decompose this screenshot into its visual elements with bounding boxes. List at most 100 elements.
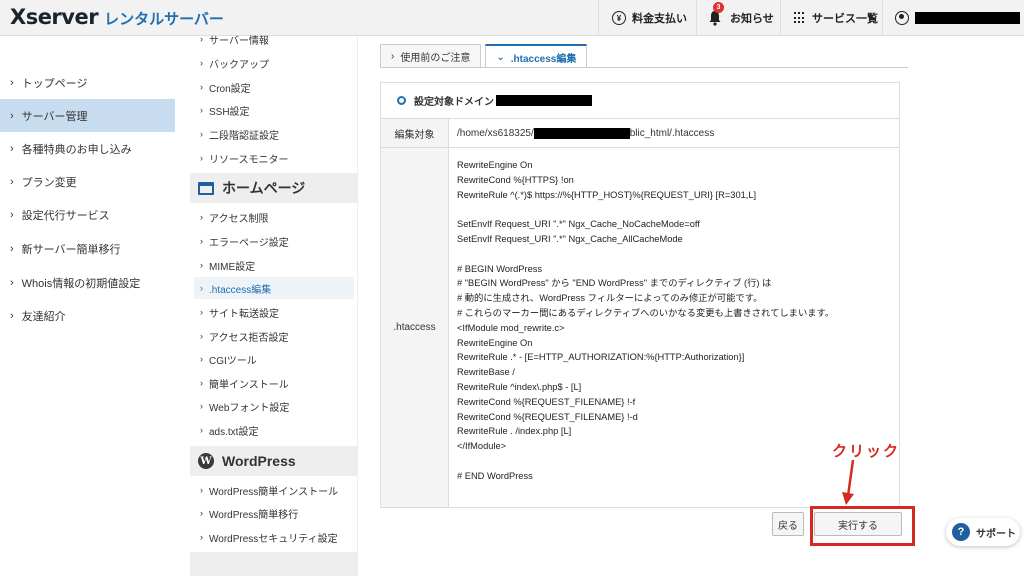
subnav-item-label: 簡単インストール: [209, 379, 289, 391]
section-heading-label: WordPress: [222, 453, 296, 469]
grid-icon: [794, 12, 806, 24]
tab-underline: [380, 67, 908, 68]
chevron-right-icon: ›: [200, 260, 203, 270]
code-line: RewriteRule ^(.*)$ https://%{HTTP_HOST}%…: [457, 189, 757, 200]
subnav-item-wp-migration[interactable]: › WordPress簡単移行: [194, 502, 354, 524]
target-domain-row: 設定対象ドメイン: [381, 83, 899, 119]
subnav-item-label: WordPress簡単移行: [209, 509, 299, 521]
subnav-item-server-info[interactable]: › サーバー情報: [194, 28, 354, 50]
htaccess-editor[interactable]: RewriteEngine On RewriteCond %{HTTPS} !on…: [457, 158, 893, 484]
sidebar-item-whois[interactable]: › Whois情報の初期値設定: [0, 266, 175, 299]
sidebar-item-referral[interactable]: › 友達紹介: [0, 299, 175, 332]
sidebar-item-plan-change[interactable]: › プラン変更: [0, 165, 175, 198]
notification-count-badge: 3: [713, 2, 724, 13]
code-line: # 動的に生成され、WordPress フィルターによってのみ修正が可能です。: [457, 293, 763, 304]
path-prefix: /home/xs618325/: [457, 127, 534, 139]
payment-link[interactable]: ¥ 料金支払い: [612, 0, 687, 36]
subnav-item-cgi-tools[interactable]: › CGIツール: [194, 348, 354, 370]
sidebar-item-benefits[interactable]: › 各種特典のお申し込み: [0, 132, 175, 165]
subnav-item-label: 二段階認証設定: [209, 130, 279, 142]
chevron-right-icon: ›: [391, 51, 395, 62]
chevron-right-icon: ›: [200, 236, 203, 246]
browser-window-icon: [198, 181, 214, 195]
services-label: サービス一覧: [812, 13, 878, 25]
tab-label: .htaccess編集: [510, 53, 577, 65]
chevron-right-icon: ›: [200, 331, 203, 341]
subnav-item-label: アクセス拒否設定: [209, 332, 289, 344]
sidebar-item-label: 各種特典のお申し込み: [21, 143, 132, 156]
subnav-item-ads-txt[interactable]: › ads.txt設定: [194, 419, 354, 441]
next-section-heading: [190, 552, 358, 576]
subnav-item-label: WordPressセキュリティ設定: [209, 533, 338, 545]
wordpress-section-heading: W WordPress: [190, 446, 358, 476]
target-domain-label: 設定対象ドメイン: [414, 97, 494, 108]
subnav-item-web-font[interactable]: › Webフォント設定: [194, 395, 354, 417]
code-line: # END WordPress: [457, 470, 533, 481]
chevron-right-icon: ›: [200, 212, 203, 222]
sidebar-item-server-management[interactable]: › サーバー管理: [0, 99, 175, 132]
back-button[interactable]: 戻る: [772, 512, 804, 536]
subnav-item-mime[interactable]: › MIME設定: [194, 254, 354, 276]
yen-icon: ¥: [612, 11, 626, 25]
chevron-right-icon: ›: [200, 105, 203, 115]
redacted-domain: [496, 95, 592, 106]
xserver-logo[interactable]: Xserver レンタルサーバー: [10, 5, 224, 29]
sidebar-item-label: 友達紹介: [21, 310, 66, 323]
sidebar-item-label: トップページ: [21, 77, 88, 90]
code-line: <IfModule mod_rewrite.c>: [457, 322, 565, 333]
chevron-right-icon: ›: [10, 175, 14, 188]
chevron-right-icon: ›: [200, 58, 203, 68]
subnav-item-cron[interactable]: › Cron設定: [194, 76, 354, 98]
code-line: RewriteRule . /index.php [L]: [457, 426, 572, 437]
htaccess-label: .htaccess: [381, 148, 449, 507]
code-line: RewriteRule .* - [E=HTTP_AUTHORIZATION:%…: [457, 352, 745, 363]
subnav-item-two-factor[interactable]: › 二段階認証設定: [194, 123, 354, 145]
htaccess-edit-panel: 設定対象ドメイン 編集対象 /home/xs618325/ blic_html/…: [380, 82, 900, 508]
tab-precautions[interactable]: › 使用前のご注意: [380, 44, 482, 68]
sidebar-item-setup-service[interactable]: › 設定代行サービス: [0, 198, 175, 231]
path-suffix: blic_html/.htaccess: [629, 127, 715, 139]
code-line: # "BEGIN WordPress" から "END WordPress" ま…: [457, 278, 772, 289]
arrow-down-icon: [842, 459, 855, 505]
code-line: # これらのマーカー間にあるディレクティブへのいかなる変更も上書きされてしまいま…: [457, 307, 835, 318]
payment-label: 料金支払い: [632, 13, 687, 25]
subnav-item-label: リソースモニター: [209, 154, 289, 166]
subnav-item-backup[interactable]: › バックアップ: [194, 52, 354, 74]
account-menu[interactable]: [895, 0, 1020, 36]
main-sidebar: › トップページ › サーバー管理 › 各種特典のお申し込み › プラン変更 ›…: [0, 36, 186, 576]
chevron-right-icon: ›: [200, 283, 203, 293]
tab-htaccess-edit[interactable]: ⌄ .htaccess編集: [485, 44, 588, 68]
subnav-item-site-transfer[interactable]: › サイト転送設定: [194, 301, 354, 323]
sidebar-item-top-page[interactable]: › トップページ: [0, 66, 175, 99]
logo-main-text: Xserver: [10, 5, 99, 29]
chevron-right-icon: ›: [200, 129, 203, 139]
notifications-link[interactable]: 3 お知らせ: [708, 0, 774, 36]
subnav-item-htaccess[interactable]: › .htaccess編集: [194, 277, 354, 299]
subnav-item-access-restriction[interactable]: › アクセス制限: [194, 206, 354, 228]
homepage-section-heading: ホームページ: [190, 173, 358, 203]
subnav-item-error-page[interactable]: › エラーページ設定: [194, 230, 354, 252]
subnav-item-wp-security[interactable]: › WordPressセキュリティ設定: [194, 526, 354, 548]
chevron-right-icon: ›: [200, 354, 203, 364]
subnav-item-label: サイト転送設定: [209, 308, 279, 320]
chevron-right-icon: ›: [10, 76, 14, 89]
subnav-item-ssh[interactable]: › SSH設定: [194, 99, 354, 121]
bell-icon: 3: [708, 2, 724, 26]
sidebar-item-migration[interactable]: › 新サーバー簡単移行: [0, 232, 175, 265]
subnav-item-wp-easy-install[interactable]: › WordPress簡単インストール: [194, 479, 354, 501]
subnav-item-label: .htaccess編集: [209, 284, 272, 296]
code-line: RewriteBase /: [457, 367, 515, 378]
code-line: SetEnvIf Request_URI ".*" Ngx_Cache_AllC…: [457, 233, 683, 244]
chevron-right-icon: ›: [200, 485, 203, 495]
chevron-down-icon: ⌄: [496, 51, 505, 63]
header-divider: [882, 0, 883, 36]
logo-sub-text: レンタルサーバー: [104, 10, 224, 28]
support-button[interactable]: ? サポート: [946, 518, 1020, 546]
services-link[interactable]: サービス一覧: [794, 0, 878, 36]
header-divider: [598, 0, 599, 36]
subnav-item-easy-install[interactable]: › 簡単インストール: [194, 372, 354, 394]
subnav-item-resource-monitor[interactable]: › リソースモニター: [194, 147, 354, 169]
execute-highlight-box: [810, 506, 915, 546]
subnav-item-access-deny[interactable]: › アクセス拒否設定: [194, 325, 354, 347]
